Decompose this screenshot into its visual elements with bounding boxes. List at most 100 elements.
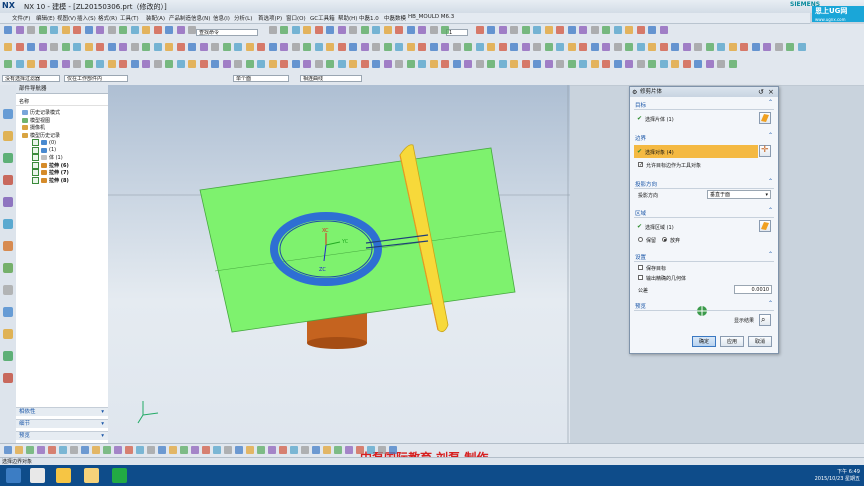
toolbar-command-icon[interactable] <box>510 60 518 68</box>
menu-item[interactable]: 信息(I) <box>213 14 230 22</box>
toolbar-command-icon[interactable] <box>751 43 760 51</box>
resource-bar-icon[interactable] <box>3 109 13 119</box>
toolbar-command-icon[interactable] <box>188 26 196 34</box>
navigator-section-details[interactable]: 细节 ▾ <box>16 419 108 428</box>
toolbar-command-icon[interactable] <box>671 43 679 51</box>
menu-item[interactable]: 帮助(H) <box>338 14 357 22</box>
toolbar-command-icon[interactable] <box>636 60 645 68</box>
bottom-toolbar-icon[interactable] <box>48 446 56 454</box>
toolbar-command-icon[interactable] <box>50 26 58 34</box>
toolbar-command-icon[interactable] <box>579 26 587 34</box>
resource-bar-icon[interactable] <box>3 307 13 317</box>
toolbar-command-icon[interactable] <box>165 26 173 34</box>
visibility-checkbox[interactable] <box>32 146 39 154</box>
toolbar-command-icon[interactable] <box>245 60 254 68</box>
menu-item[interactable]: 编辑(E) <box>36 14 55 22</box>
navigator-node[interactable]: 拉伸 (8) <box>32 176 69 184</box>
toolbar-command-icon[interactable] <box>257 60 265 68</box>
toolbar-command-icon[interactable] <box>326 26 334 34</box>
layer-select[interactable]: 1 <box>446 29 468 36</box>
bottom-toolbar-icon[interactable] <box>180 446 188 454</box>
output-exact-checkbox[interactable] <box>638 275 643 280</box>
toolbar-command-icon[interactable] <box>418 43 426 51</box>
bottom-toolbar-icon[interactable] <box>26 446 34 454</box>
toolbar-command-icon[interactable] <box>475 43 484 51</box>
toolbar-command-icon[interactable] <box>280 60 288 68</box>
toolbar-command-icon[interactable] <box>291 43 300 51</box>
bottom-toolbar-icon[interactable] <box>213 446 221 454</box>
bottom-toolbar-icon[interactable] <box>202 446 210 454</box>
toolbar-command-icon[interactable] <box>61 43 70 51</box>
bottom-toolbar-icon[interactable] <box>367 446 375 454</box>
toolbar-command-icon[interactable] <box>38 26 47 34</box>
resource-bar-icon[interactable] <box>3 153 13 163</box>
toolbar-command-icon[interactable] <box>291 26 300 34</box>
add-object-button[interactable]: ✛ <box>759 145 771 157</box>
toolbar-command-icon[interactable] <box>84 60 93 68</box>
toolbar-command-icon[interactable] <box>406 43 415 51</box>
toolbar-command-icon[interactable] <box>705 43 714 51</box>
toolbar-command-icon[interactable] <box>130 26 139 34</box>
toolbar-command-icon[interactable] <box>73 43 81 51</box>
navigator-node[interactable]: 模型历史记录 <box>22 132 60 139</box>
toolbar-command-icon[interactable] <box>119 43 127 51</box>
navigator-section-dependencies[interactable]: 相依性 ▾ <box>16 407 108 416</box>
bottom-toolbar-icon[interactable] <box>301 446 309 454</box>
toolbar-command-icon[interactable] <box>383 43 392 51</box>
toolbar-command-icon[interactable] <box>268 43 277 51</box>
toolbar-command-icon[interactable] <box>234 60 242 68</box>
menu-item[interactable]: HB_MOULD M6.3 <box>408 14 454 20</box>
toolbar-command-icon[interactable] <box>107 26 116 34</box>
toolbar-command-icon[interactable] <box>4 43 12 51</box>
chevron-up-icon[interactable]: ⌃ <box>768 178 773 185</box>
menu-item[interactable]: 中磊数模 <box>384 14 406 22</box>
bottom-toolbar-icon[interactable] <box>257 446 265 454</box>
resource-bar-icon[interactable] <box>3 241 13 251</box>
toolbar-command-icon[interactable] <box>544 60 553 68</box>
toolbar-command-icon[interactable] <box>498 43 507 51</box>
bottom-toolbar-icon[interactable] <box>378 446 386 454</box>
toolbar-command-icon[interactable] <box>50 43 58 51</box>
toolbar-command-icon[interactable] <box>602 60 610 68</box>
toolbar-command-icon[interactable] <box>107 60 116 68</box>
toolbar-command-icon[interactable] <box>556 60 564 68</box>
toolbar-command-icon[interactable] <box>73 26 81 34</box>
toolbar-command-icon[interactable] <box>705 60 714 68</box>
toolbar-command-icon[interactable] <box>498 26 507 34</box>
reset-icon[interactable]: ↺ <box>758 88 764 96</box>
apply-button[interactable]: 应用 <box>720 336 744 347</box>
toolbar-command-icon[interactable] <box>314 43 323 51</box>
toolbar-command-icon[interactable] <box>533 60 541 68</box>
discard-radio[interactable] <box>662 237 667 242</box>
toolbar-command-icon[interactable] <box>188 60 196 68</box>
curve-rule-select[interactable]: 相连曲线 <box>300 75 362 82</box>
toolbar-command-icon[interactable] <box>61 26 70 34</box>
nx-app-icon[interactable] <box>56 468 71 483</box>
toolbar-command-icon[interactable] <box>418 60 426 68</box>
toolbar-command-icon[interactable] <box>176 26 185 34</box>
visibility-checkbox[interactable] <box>32 139 39 146</box>
bottom-toolbar-icon[interactable] <box>81 446 89 454</box>
folder-icon[interactable] <box>84 468 99 483</box>
cancel-button[interactable]: 取消 <box>748 336 772 347</box>
toolbar-command-icon[interactable] <box>590 43 599 51</box>
toolbar-command-icon[interactable] <box>429 26 438 34</box>
resource-bar-icon[interactable] <box>3 131 13 141</box>
toolbar-command-icon[interactable] <box>372 60 380 68</box>
visibility-checkbox[interactable] <box>32 176 39 184</box>
toolbar-command-icon[interactable] <box>510 26 518 34</box>
toolbar-command-icon[interactable] <box>15 26 24 34</box>
toolbar-command-icon[interactable] <box>395 26 403 34</box>
select-sheet-button[interactable] <box>759 112 771 124</box>
show-result-button[interactable]: ⌕ <box>759 314 771 326</box>
toolbar-command-icon[interactable] <box>567 43 576 51</box>
resource-bar-icon[interactable] <box>3 197 13 207</box>
navigator-node[interactable]: (0) <box>32 139 56 146</box>
toolbar-command-icon[interactable] <box>15 60 24 68</box>
toolbar-command-icon[interactable] <box>96 43 104 51</box>
resource-bar-icon[interactable] <box>3 263 13 273</box>
toolbar-command-icon[interactable] <box>61 60 70 68</box>
navigator-node[interactable]: 模型视图 <box>22 117 50 124</box>
bottom-toolbar-icon[interactable] <box>334 446 342 454</box>
assembly-scope-select[interactable]: 仅在工作部件内 <box>64 75 128 82</box>
